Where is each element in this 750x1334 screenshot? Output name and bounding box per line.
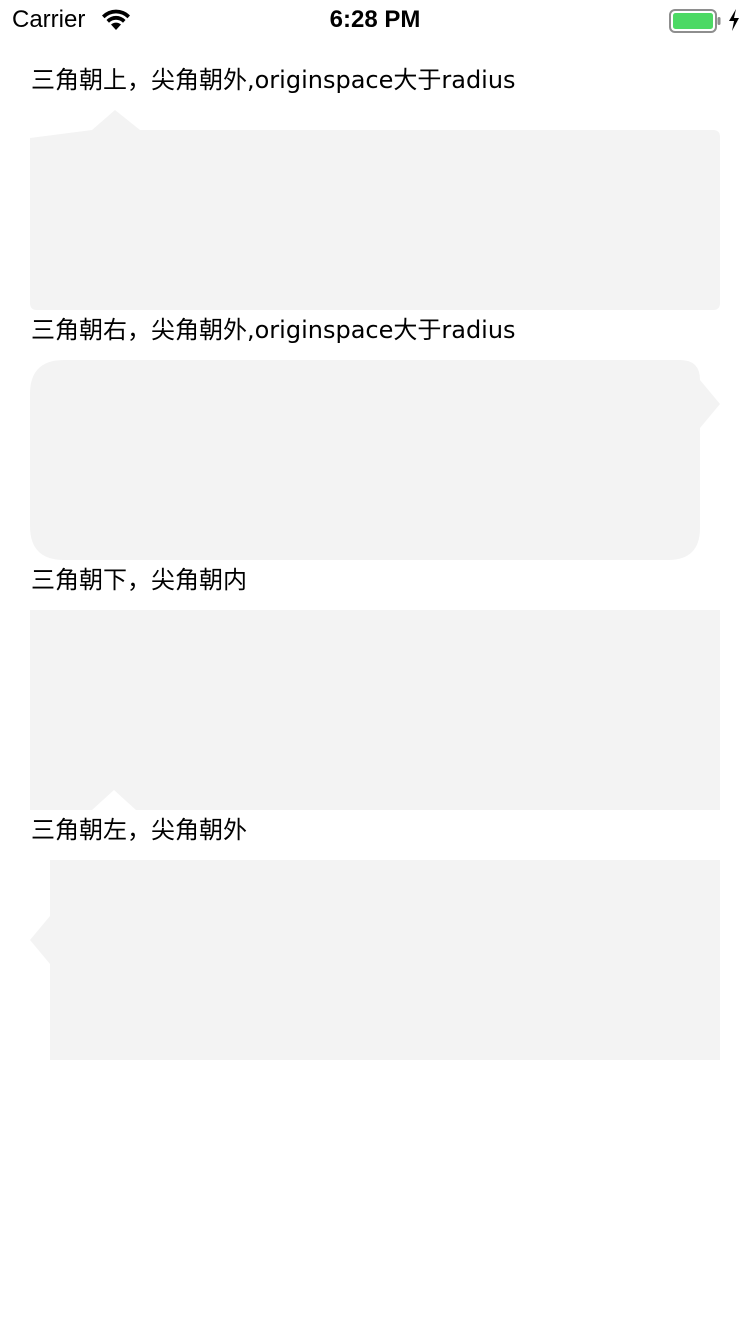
section-label-up: 三角朝上，尖角朝外,originspace大于radius [31, 66, 516, 94]
battery-icon [669, 9, 721, 33]
bubble-arrow-left [30, 860, 720, 1060]
section-label-left: 三角朝左，尖角朝外 [31, 816, 247, 844]
charging-icon [729, 9, 739, 31]
status-bar: Carrier 6:28 PM [0, 0, 750, 40]
bubble-shape [30, 610, 720, 810]
bubble-shape [30, 110, 720, 310]
section-label-right: 三角朝右，尖角朝外,originspace大于radius [31, 316, 516, 344]
bubble-shape [30, 860, 720, 1060]
status-time: 6:28 PM [329, 6, 421, 33]
bubble-arrow-down [30, 610, 720, 810]
bubble-arrow-up [30, 110, 720, 310]
section-label-down: 三角朝下，尖角朝内 [31, 566, 247, 594]
bubble-shape [30, 360, 720, 560]
bubble-arrow-right [30, 360, 720, 560]
